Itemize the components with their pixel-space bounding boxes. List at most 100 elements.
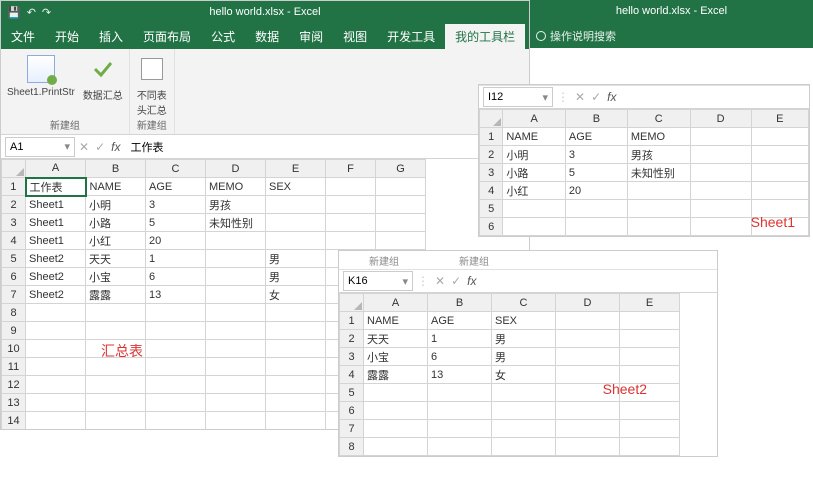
save-icon[interactable]: 💾 — [7, 6, 21, 19]
cell[interactable]: 男孩 — [206, 196, 266, 214]
cell[interactable] — [556, 384, 620, 402]
cell[interactable]: 小宝 — [364, 348, 428, 366]
chevron-down-icon[interactable]: ▾ — [402, 275, 408, 288]
cell[interactable] — [206, 250, 266, 268]
cell[interactable] — [146, 412, 206, 430]
row-header[interactable]: 1 — [340, 312, 364, 330]
col-C[interactable]: C — [627, 110, 690, 128]
cell[interactable] — [266, 214, 326, 232]
cell[interactable] — [26, 358, 86, 376]
tab-开发工具[interactable]: 开发工具 — [377, 24, 445, 49]
cell[interactable]: SEX — [266, 178, 326, 196]
row-header[interactable]: 6 — [340, 402, 364, 420]
col-B[interactable]: B — [565, 110, 627, 128]
cell[interactable] — [26, 394, 86, 412]
cell[interactable] — [206, 268, 266, 286]
cell[interactable]: Sheet1 — [26, 214, 86, 232]
cell[interactable] — [556, 312, 620, 330]
cell[interactable] — [492, 438, 556, 456]
cell[interactable] — [690, 218, 751, 236]
cell[interactable] — [326, 214, 376, 232]
cell[interactable] — [620, 312, 680, 330]
cell[interactable]: Sheet2 — [26, 250, 86, 268]
cell[interactable]: 男 — [266, 250, 326, 268]
diff-header-button[interactable]: 不同表 头汇总 — [136, 53, 168, 117]
cell[interactable]: 男孩 — [627, 146, 690, 164]
cell[interactable] — [620, 438, 680, 456]
cell[interactable] — [376, 214, 426, 232]
cell[interactable] — [266, 340, 326, 358]
col-E[interactable]: E — [620, 294, 680, 312]
tell-me-search[interactable]: 操作说明搜索 — [536, 28, 616, 48]
cell[interactable] — [26, 340, 86, 358]
cell[interactable] — [86, 376, 146, 394]
name-box[interactable]: A1 ▾ — [5, 137, 75, 157]
cell[interactable] — [627, 218, 690, 236]
cell[interactable]: 未知性别 — [627, 164, 690, 182]
cell[interactable]: Sheet2 — [26, 286, 86, 304]
cell[interactable] — [556, 438, 620, 456]
col-C[interactable]: C — [492, 294, 556, 312]
cell[interactable] — [428, 438, 492, 456]
cell[interactable] — [492, 420, 556, 438]
cell[interactable] — [364, 402, 428, 420]
cell[interactable] — [690, 128, 751, 146]
cell[interactable] — [620, 420, 680, 438]
fx-icon[interactable]: fx — [607, 90, 616, 104]
cell[interactable] — [620, 348, 680, 366]
cell[interactable] — [364, 420, 428, 438]
cell[interactable]: 小红 — [86, 232, 146, 250]
cell[interactable] — [206, 340, 266, 358]
cell[interactable] — [690, 164, 751, 182]
cell[interactable] — [556, 366, 620, 384]
tab-数据[interactable]: 数据 — [245, 24, 289, 49]
select-all-corner[interactable] — [2, 160, 26, 178]
formula-input-sheet2[interactable] — [480, 271, 717, 291]
cell[interactable]: 男 — [266, 268, 326, 286]
cell[interactable]: 20 — [146, 232, 206, 250]
cell[interactable] — [326, 178, 376, 196]
row-header[interactable]: 13 — [2, 394, 26, 412]
cell[interactable]: AGE — [565, 128, 627, 146]
enter-icon[interactable]: ✓ — [451, 274, 461, 288]
tab-文件[interactable]: 文件 — [1, 24, 45, 49]
cell[interactable] — [565, 218, 627, 236]
cell[interactable] — [146, 340, 206, 358]
row-header[interactable]: 6 — [2, 268, 26, 286]
cell[interactable]: 小明 — [86, 196, 146, 214]
cell[interactable] — [627, 182, 690, 200]
cell[interactable] — [376, 232, 426, 250]
row-header[interactable]: 10 — [2, 340, 26, 358]
cell[interactable] — [620, 366, 680, 384]
row-header[interactable]: 1 — [2, 178, 26, 196]
cancel-icon[interactable]: ✕ — [575, 90, 585, 104]
cell[interactable] — [690, 146, 751, 164]
cell[interactable]: 5 — [146, 214, 206, 232]
printstr-button[interactable]: Sheet1.PrintStr — [7, 53, 75, 98]
cell[interactable] — [751, 182, 808, 200]
row-header[interactable]: 12 — [2, 376, 26, 394]
chevron-down-icon[interactable]: ▾ — [64, 140, 70, 153]
cell[interactable]: Sheet1 — [26, 196, 86, 214]
cell[interactable] — [620, 384, 680, 402]
cell[interactable]: 未知性别 — [206, 214, 266, 232]
col-F[interactable]: F — [326, 160, 376, 178]
redo-icon[interactable]: ↷ — [42, 6, 51, 19]
cell[interactable]: 小宝 — [86, 268, 146, 286]
row-header[interactable]: 4 — [480, 182, 503, 200]
cell[interactable]: NAME — [503, 128, 566, 146]
col-E[interactable]: E — [751, 110, 808, 128]
cell[interactable] — [376, 196, 426, 214]
row-header[interactable]: 11 — [2, 358, 26, 376]
cell[interactable] — [428, 420, 492, 438]
cell[interactable] — [326, 232, 376, 250]
cell[interactable]: Sheet2 — [26, 268, 86, 286]
cell[interactable] — [266, 376, 326, 394]
tab-视图[interactable]: 视图 — [333, 24, 377, 49]
cell[interactable]: 1 — [146, 250, 206, 268]
cell[interactable] — [206, 376, 266, 394]
cell[interactable]: 女 — [266, 286, 326, 304]
cell[interactable]: SEX — [492, 312, 556, 330]
col-D[interactable]: D — [556, 294, 620, 312]
cell[interactable]: 小明 — [503, 146, 566, 164]
